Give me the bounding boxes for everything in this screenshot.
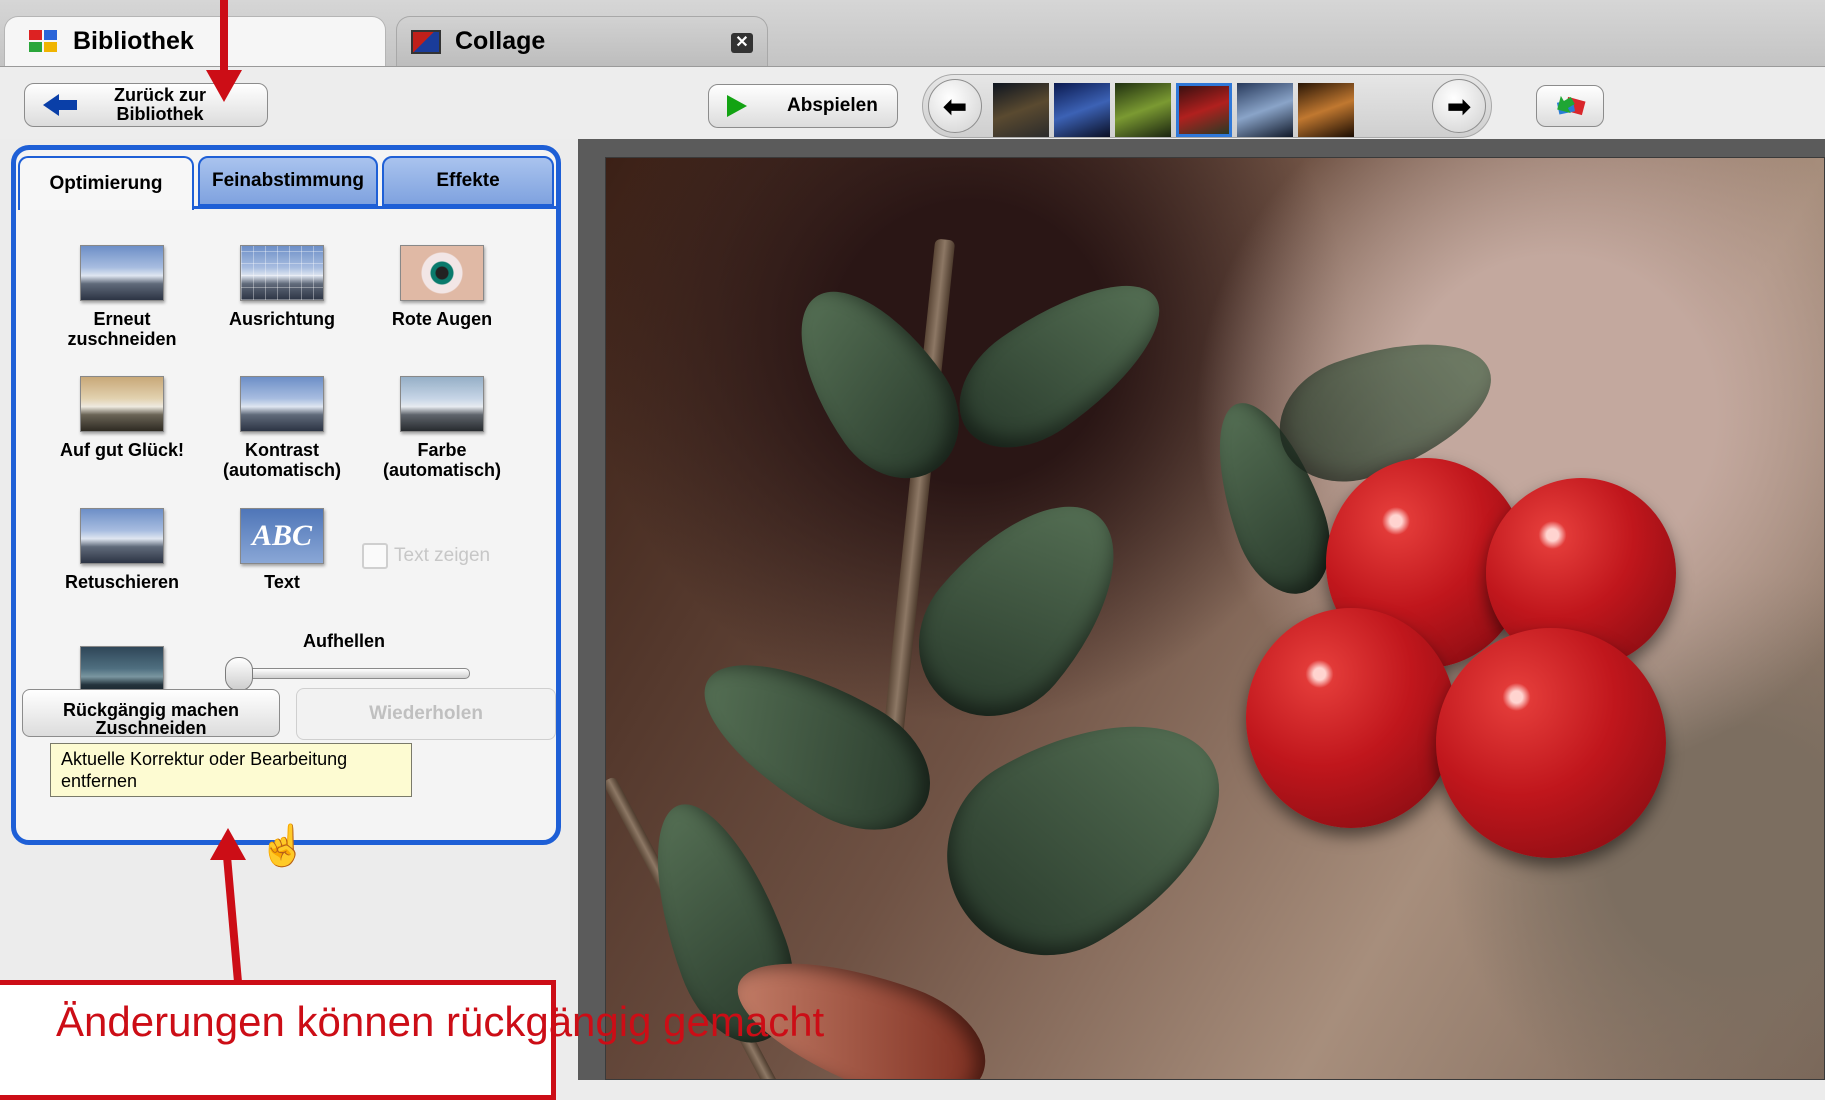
annotation-arrow-top: [220, 0, 228, 72]
tool-auto-color[interactable]: Farbe (automatisch): [362, 376, 522, 480]
annotation-arrowhead-top: [206, 70, 242, 102]
show-text-label: Text zeigen: [394, 545, 491, 566]
tool-red-eye[interactable]: Rote Augen: [362, 245, 522, 329]
brighten-slider-handle[interactable]: [225, 657, 253, 691]
crop-icon: [80, 245, 164, 301]
undo-tooltip: Aktuelle Korrektur oder Bearbeitung entf…: [50, 743, 412, 797]
redo-button[interactable]: Wiederholen: [296, 688, 556, 740]
undo-button[interactable]: Rückgängig machen Zuschneiden: [22, 689, 280, 737]
arrow-left-icon: ⬅: [943, 90, 967, 122]
play-icon: [727, 95, 747, 117]
brighten-label: Aufhellen: [302, 631, 385, 651]
tool-crop[interactable]: Erneut zuschneiden: [42, 245, 202, 349]
text-icon: ABC: [240, 508, 324, 564]
tool-retouch[interactable]: Retuschieren: [42, 508, 202, 592]
annotation-text: Änderungen können rückgängig gemacht: [56, 998, 825, 1045]
play-label: Abspielen: [787, 95, 878, 116]
thumbnail-snowy-trees[interactable]: [1237, 83, 1293, 137]
auto-fix-icon: [80, 376, 164, 432]
next-photo-button[interactable]: ➡: [1432, 79, 1486, 133]
photo-berry: [1436, 628, 1666, 858]
previous-photo-button[interactable]: ⬅: [928, 79, 982, 133]
collage-icon: [411, 29, 441, 54]
auto-contrast-icon: [240, 376, 324, 432]
annotation-callout: Änderungen können rückgängig gemacht: [0, 980, 824, 1100]
thumbnail-night-town[interactable]: [993, 83, 1049, 137]
annotation-arrowhead-bottom: [210, 828, 246, 860]
red-eye-icon: [400, 245, 484, 301]
tool-text[interactable]: ABC Text: [202, 508, 362, 592]
document-tab-bar: Bibliothek Collage ✕: [0, 0, 1825, 67]
thumbnail-blue-mountains[interactable]: [1054, 83, 1110, 137]
tool-straighten[interactable]: Ausrichtung: [202, 245, 362, 329]
tool-crop-label: Erneut zuschneiden: [67, 309, 177, 349]
tab-collage[interactable]: Collage ✕: [396, 16, 768, 66]
thumbnail-red-berries[interactable]: [1176, 83, 1232, 137]
editing-sidebar: Optimierung Feinabstimmung Effekte Erneu…: [0, 139, 578, 1080]
tab-effekte[interactable]: Effekte: [382, 156, 554, 206]
brighten-slider[interactable]: [225, 657, 470, 691]
back-arrow-icon: [43, 94, 77, 116]
tab-collage-label: Collage: [455, 27, 546, 55]
photo-leaf: [766, 262, 986, 504]
retouch-icon: [80, 508, 164, 564]
photo-leaf: [910, 673, 1262, 993]
filmstrip: ⬅ ➡: [922, 74, 1492, 138]
share-button[interactable]: [1536, 85, 1604, 127]
thumbnail-green-plants[interactable]: [1115, 83, 1171, 137]
straighten-icon: [240, 245, 324, 301]
photo-berry: [1246, 608, 1456, 828]
tool-auto-contrast-label: Kontrast (automatisch): [222, 440, 341, 480]
show-text-option[interactable]: Text zeigen: [362, 543, 490, 569]
tool-straighten-label: Ausrichtung: [229, 309, 335, 329]
tab-feinabstimmung[interactable]: Feinabstimmung: [198, 156, 378, 206]
tool-red-eye-label: Rote Augen: [391, 309, 493, 329]
tool-retouch-label: Retuschieren: [64, 572, 180, 592]
tool-auto-color-label: Farbe (automatisch): [382, 440, 501, 480]
undo-label: Rückgängig machen Zuschneiden: [62, 700, 240, 738]
fix-panel: Optimierung Feinabstimmung Effekte Erneu…: [11, 145, 561, 845]
close-icon[interactable]: ✕: [731, 33, 753, 53]
library-icon: [29, 29, 59, 54]
share-icon: [1556, 95, 1586, 116]
play-button[interactable]: Abspielen: [708, 84, 898, 128]
tab-bibliothek-label: Bibliothek: [73, 27, 194, 55]
tool-auto-fix[interactable]: Auf gut Glück!: [42, 376, 202, 460]
tab-bibliothek[interactable]: Bibliothek: [4, 16, 386, 66]
auto-color-icon: [400, 376, 484, 432]
tab-optimierung[interactable]: Optimierung: [18, 156, 194, 210]
show-text-checkbox[interactable]: [362, 543, 388, 569]
thumbnail-strip: [993, 83, 1354, 137]
arrow-right-icon: ➡: [1447, 90, 1471, 122]
toolbar: Zurück zur Bibliothek Abspielen ⬅ ➡: [0, 67, 1825, 139]
thumbnail-autumn-window[interactable]: [1298, 83, 1354, 137]
tool-auto-fix-label: Auf gut Glück!: [60, 440, 184, 460]
hand-cursor-icon: ☝: [258, 824, 308, 868]
tab-underline: [194, 206, 556, 209]
main-photo[interactable]: [605, 157, 1825, 1080]
tool-text-label: Text: [264, 572, 300, 592]
tool-auto-contrast[interactable]: Kontrast (automatisch): [202, 376, 362, 480]
photo-leaf: [935, 251, 1187, 475]
